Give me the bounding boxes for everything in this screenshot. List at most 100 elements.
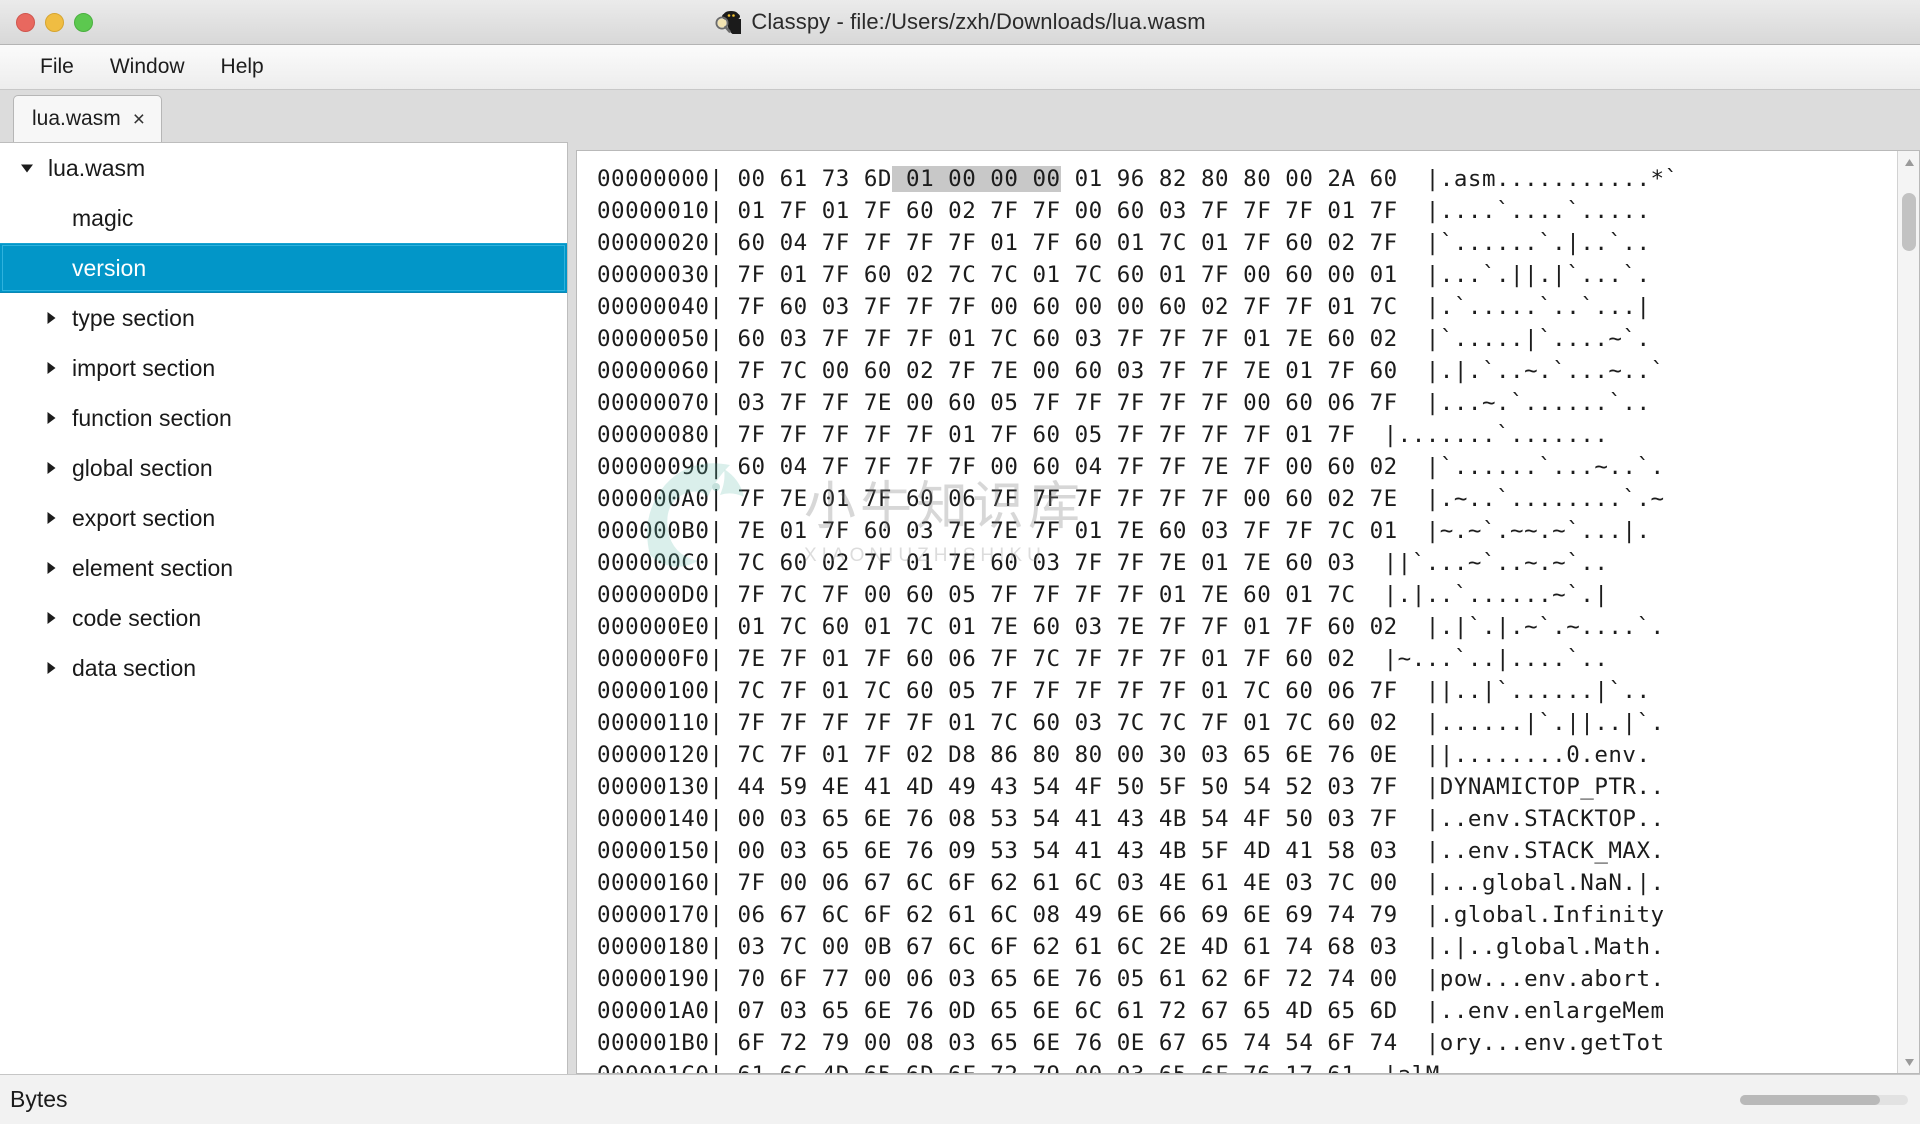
hex-byte[interactable]: 6E <box>1018 998 1060 1024</box>
hex-byte[interactable]: 7F <box>976 678 1018 704</box>
hex-byte[interactable]: 6E <box>850 838 892 864</box>
hex-line[interactable]: 000001A0| 07 03 65 6E 76 0D 65 6E 6C 61 … <box>597 995 1897 1027</box>
hex-dump-content[interactable]: 00000000| 00 61 73 6D 01 00 00 00 01 96 … <box>577 151 1897 1073</box>
hex-byte[interactable]: 6E <box>1271 742 1313 768</box>
hex-byte[interactable]: 6C <box>808 902 850 928</box>
hex-byte[interactable]: 7F <box>1356 806 1398 832</box>
hex-byte[interactable]: 7F <box>1061 646 1103 672</box>
hex-byte[interactable]: 6F <box>850 902 892 928</box>
hex-byte[interactable]: 01 <box>737 198 765 224</box>
hex-byte[interactable]: 7F <box>1187 710 1229 736</box>
tree-item-export-section[interactable]: export section <box>0 493 567 543</box>
hex-byte[interactable]: 7F <box>1187 326 1229 352</box>
hex-byte[interactable]: 60 <box>1103 198 1145 224</box>
hex-byte[interactable]: 01 <box>1103 230 1145 256</box>
hex-byte[interactable]: 02 <box>1187 294 1229 320</box>
hex-byte[interactable]: 60 <box>766 294 808 320</box>
hex-byte[interactable]: 00 <box>892 390 934 416</box>
chevron-right-icon[interactable] <box>40 357 62 379</box>
hex-byte[interactable]: 96 <box>1103 166 1145 192</box>
hex-byte[interactable]: 7F <box>934 358 976 384</box>
hex-byte[interactable]: 7C <box>737 742 765 768</box>
hex-line[interactable]: 000000F0| 7E 7F 01 7F 60 06 7F 7C 7F 7F … <box>597 643 1897 675</box>
hex-byte[interactable]: 01 <box>808 742 850 768</box>
hex-byte[interactable]: 74 <box>1356 1030 1398 1056</box>
hex-byte[interactable]: 7C <box>1313 870 1355 896</box>
hex-byte[interactable]: 7C <box>766 934 808 960</box>
hex-byte[interactable]: 41 <box>1061 838 1103 864</box>
hex-byte[interactable]: 79 <box>1356 902 1398 928</box>
hex-byte[interactable]: 7E <box>934 518 976 544</box>
hex-byte[interactable]: 7F <box>766 422 808 448</box>
hex-byte[interactable]: 01 <box>934 614 976 640</box>
hex-byte[interactable]: 04 <box>766 230 808 256</box>
hex-byte[interactable]: 6C <box>1103 934 1145 960</box>
hex-byte[interactable]: 60 <box>892 582 934 608</box>
hex-line[interactable]: 000001C0| 61 6C 4D 65 6D 6F 72 79 00 03 … <box>597 1059 1897 1073</box>
hex-byte[interactable]: 7F <box>737 262 765 288</box>
tree-item-global-section[interactable]: global section <box>0 443 567 493</box>
hex-byte[interactable]: 7F <box>1187 198 1229 224</box>
hex-line[interactable]: 000000E0| 01 7C 60 01 7C 01 7E 60 03 7E … <box>597 611 1897 643</box>
hex-byte[interactable]: 7C <box>737 550 765 576</box>
hex-byte[interactable]: 01 <box>1187 646 1229 672</box>
hex-byte[interactable]: 76 <box>1313 742 1355 768</box>
hex-byte[interactable]: 00 <box>850 966 892 992</box>
hex-line[interactable]: 000000C0| 7C 60 02 7F 01 7E 60 03 7F 7F … <box>597 547 1897 579</box>
hex-byte[interactable]: 52 <box>1271 774 1313 800</box>
hex-byte[interactable]: 60 <box>934 390 976 416</box>
hex-byte[interactable]: 4D <box>1271 998 1313 1024</box>
hex-byte[interactable]: 7F <box>766 198 808 224</box>
hex-byte[interactable]: 06 <box>1313 678 1355 704</box>
hex-horizontal-scrollbar[interactable] <box>1740 1094 1908 1105</box>
chevron-right-icon[interactable] <box>40 557 62 579</box>
hex-byte[interactable]: 7F <box>892 230 934 256</box>
hex-byte[interactable]: 43 <box>1103 838 1145 864</box>
hex-byte[interactable]: 7F <box>737 294 765 320</box>
hex-byte[interactable]: 01 <box>1356 262 1398 288</box>
hex-byte[interactable]: 6F <box>934 1062 976 1073</box>
hex-byte[interactable]: 7E <box>1356 486 1398 512</box>
hex-byte[interactable]: 60 <box>1313 614 1355 640</box>
hex-byte[interactable]: 7F <box>808 390 850 416</box>
hex-byte[interactable]: 7F <box>1187 390 1229 416</box>
close-window-button[interactable] <box>16 12 35 32</box>
hex-byte[interactable]: 7E <box>1229 550 1271 576</box>
hex-byte[interactable]: 03 <box>1061 614 1103 640</box>
hex-line[interactable]: 00000110| 7F 7F 7F 7F 7F 01 7C 60 03 7C … <box>597 707 1897 739</box>
hex-byte[interactable]: 7F <box>1103 486 1145 512</box>
hex-byte[interactable]: 67 <box>892 934 934 960</box>
hex-byte[interactable]: 7C <box>934 262 976 288</box>
hex-byte[interactable]: 60 <box>1356 166 1398 192</box>
hex-byte[interactable]: 7E <box>1103 518 1145 544</box>
hex-byte[interactable]: 7F <box>892 454 934 480</box>
hex-vertical-scrollbar[interactable] <box>1897 151 1919 1073</box>
hex-byte[interactable]: 08 <box>892 1030 934 1056</box>
hex-byte[interactable]: 7F <box>766 678 808 704</box>
hex-byte[interactable]: 61 <box>1018 870 1060 896</box>
hex-byte[interactable]: 65 <box>1187 1030 1229 1056</box>
hex-byte[interactable]: 02 <box>1356 710 1398 736</box>
hex-byte[interactable]: 07 <box>737 998 765 1024</box>
hex-byte[interactable]: 58 <box>1313 838 1355 864</box>
chevron-right-icon[interactable] <box>40 307 62 329</box>
hex-byte[interactable]: 03 <box>766 806 808 832</box>
hex-byte[interactable]: 7F <box>808 262 850 288</box>
hex-byte[interactable]: 6F <box>1313 1030 1355 1056</box>
hex-line[interactable]: 00000020| 60 04 7F 7F 7F 7F 01 7F 60 01 … <box>597 227 1897 259</box>
hex-byte[interactable]: 50 <box>1103 774 1145 800</box>
hex-byte[interactable]: 7F <box>1103 390 1145 416</box>
hex-byte[interactable]: 7F <box>1271 518 1313 544</box>
hex-byte[interactable]: 7F <box>808 326 850 352</box>
hex-byte[interactable]: 62 <box>976 870 1018 896</box>
chevron-right-icon[interactable] <box>40 407 62 429</box>
hex-byte[interactable]: 01 <box>766 262 808 288</box>
hex-byte[interactable]: 0E <box>1103 1030 1145 1056</box>
hex-byte[interactable]: 65 <box>808 998 850 1024</box>
hex-byte[interactable]: 03 <box>1313 806 1355 832</box>
hex-byte[interactable]: 03 <box>1313 774 1355 800</box>
hex-byte[interactable]: 7F <box>1061 550 1103 576</box>
hex-byte[interactable]: 76 <box>1061 966 1103 992</box>
hex-byte[interactable]: 60 <box>1313 454 1355 480</box>
hex-line[interactable]: 00000150| 00 03 65 6E 76 09 53 54 41 43 … <box>597 835 1897 867</box>
